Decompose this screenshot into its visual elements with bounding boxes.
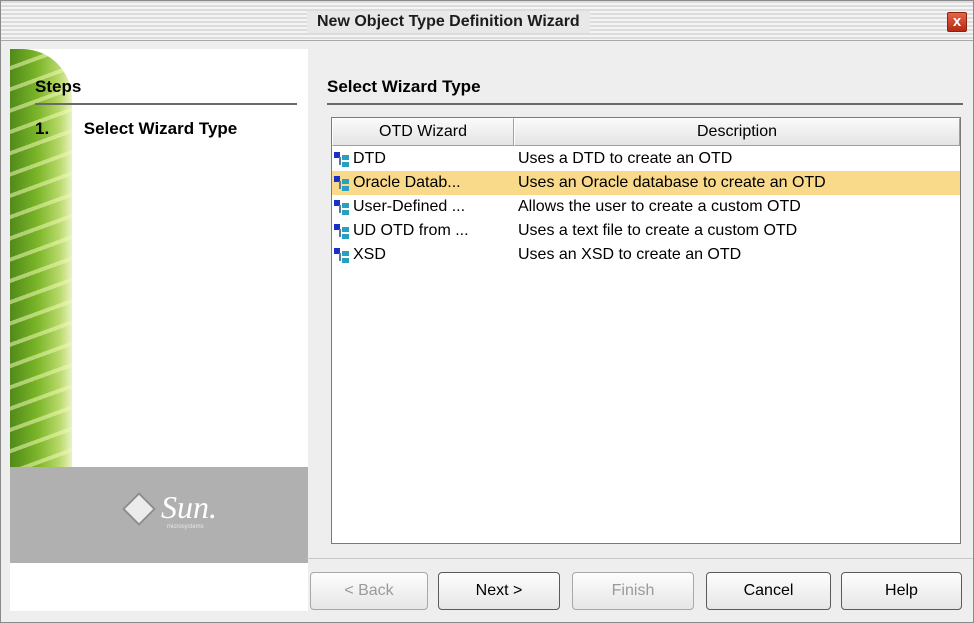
content-heading: Select Wizard Type <box>327 77 963 105</box>
column-header-description[interactable]: Description <box>514 118 960 146</box>
help-button[interactable]: Help <box>841 572 962 610</box>
cell-otd-wizard: DTD <box>332 150 514 168</box>
row-name: UD OTD from ... <box>353 222 469 239</box>
row-description: Uses an XSD to create an OTD <box>518 246 742 263</box>
window-title: New Object Type Definition Wizard <box>317 13 580 30</box>
close-icon[interactable]: x <box>947 12 967 32</box>
finish-button[interactable]: Finish <box>572 572 694 610</box>
logo-text: Sun. <box>161 489 217 525</box>
row-description: Uses a DTD to create an OTD <box>518 150 733 167</box>
cancel-button[interactable]: Cancel <box>706 572 831 610</box>
table-row[interactable]: User-Defined ... Allows the user to crea… <box>332 195 960 219</box>
table-row[interactable]: XSD Uses an XSD to create an OTD <box>332 243 960 267</box>
title-bar[interactable]: New Object Type Definition Wizard x <box>1 1 973 41</box>
otd-tree-icon <box>334 247 350 263</box>
title-container: New Object Type Definition Wizard <box>307 11 590 33</box>
row-description: Uses a text file to create a custom OTD <box>518 222 798 239</box>
sun-diamond-icon <box>122 492 156 526</box>
otd-tree-icon <box>334 223 350 239</box>
cell-otd-wizard: User-Defined ... <box>332 198 514 216</box>
logo-subtext: microsystems <box>167 524 204 530</box>
row-description: Allows the user to create a custom OTD <box>518 198 801 215</box>
table-row[interactable]: DTD Uses a DTD to create an OTD <box>332 147 960 171</box>
next-button[interactable]: Next > <box>438 572 560 610</box>
decorative-leaf-image <box>10 49 72 469</box>
cell-otd-wizard: XSD <box>332 246 514 264</box>
step-label: Select Wizard Type <box>83 119 238 138</box>
back-button[interactable]: < Back <box>310 572 428 610</box>
row-name: XSD <box>353 246 386 263</box>
wizard-type-table[interactable]: OTD Wizard Description DTD Uses a DTD to… <box>331 117 961 544</box>
table-row[interactable]: UD OTD from ... Uses a text file to crea… <box>332 219 960 243</box>
row-name: Oracle Datab... <box>353 174 461 191</box>
button-separator <box>307 558 973 559</box>
cell-otd-wizard: UD OTD from ... <box>332 222 514 240</box>
steps-panel: Steps 1. Select Wizard Type Sun. microsy… <box>10 49 308 611</box>
step-number: 1. <box>35 119 50 138</box>
cell-otd-wizard: Oracle Datab... <box>332 174 514 192</box>
steps-heading: Steps <box>35 77 297 105</box>
table-rows: DTD Uses a DTD to create an OTD Oracle D… <box>332 147 960 267</box>
step-item-1: 1. Select Wizard Type <box>35 119 237 139</box>
otd-tree-icon <box>334 175 350 191</box>
row-description: Uses an Oracle database to create an OTD <box>518 174 826 191</box>
wizard-window: New Object Type Definition Wizard x Step… <box>0 0 974 623</box>
row-name: User-Defined ... <box>353 198 466 215</box>
table-header: OTD Wizard Description <box>332 118 960 146</box>
otd-tree-icon <box>334 199 350 215</box>
table-row[interactable]: Oracle Datab... Uses an Oracle database … <box>332 171 960 195</box>
column-header-otd-wizard[interactable]: OTD Wizard <box>332 118 514 146</box>
sun-logo-icon: Sun. microsystems <box>122 489 257 531</box>
otd-tree-icon <box>334 151 350 167</box>
row-name: DTD <box>353 150 386 167</box>
